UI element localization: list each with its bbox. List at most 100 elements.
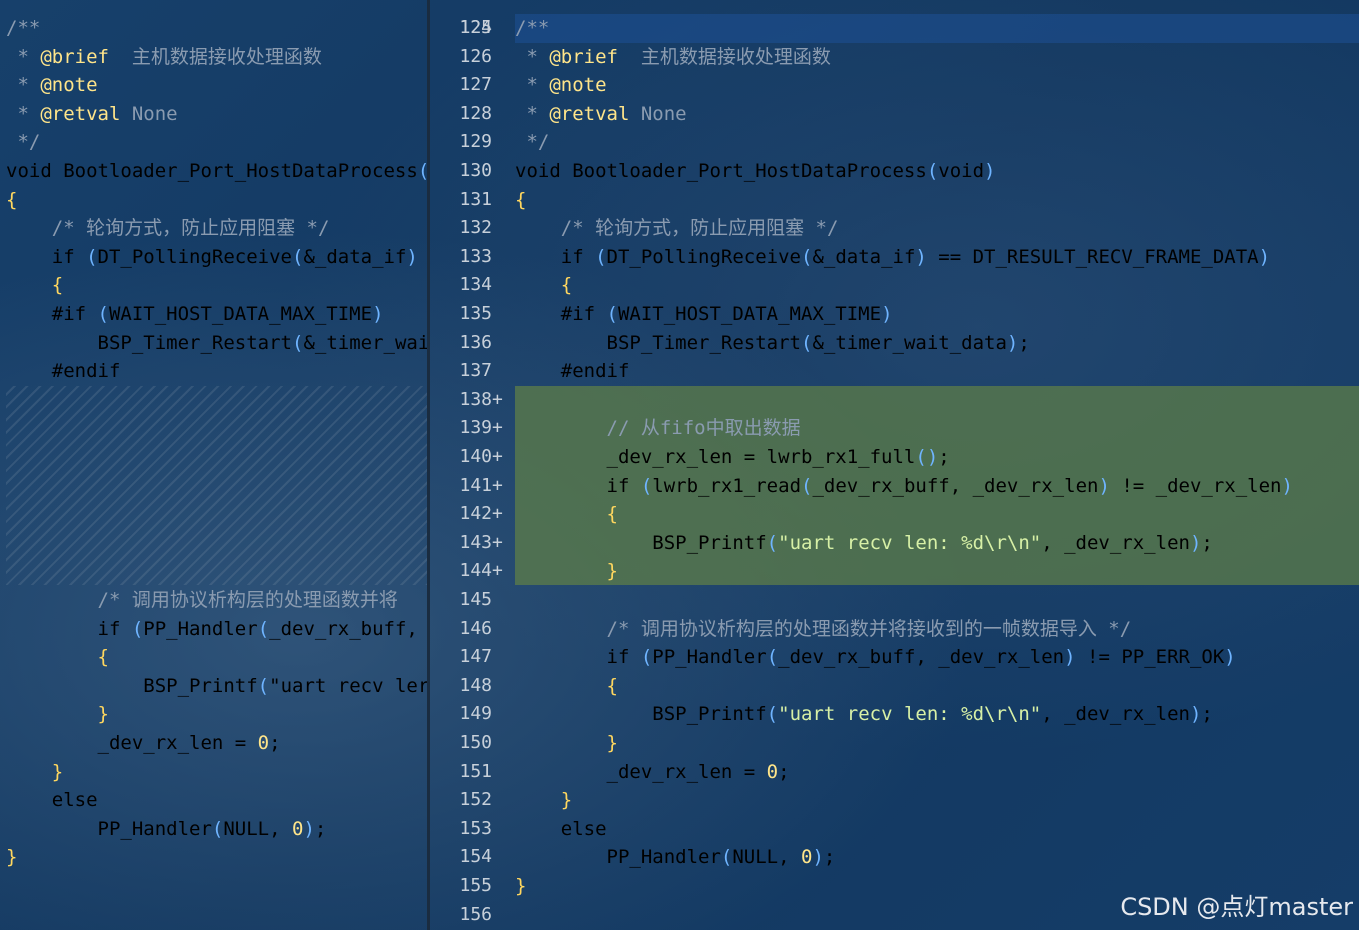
code-text: }: [97, 703, 109, 726]
line-number: 131: [459, 188, 492, 210]
code-text: #endif: [515, 360, 630, 383]
added-line-marker: +: [492, 560, 503, 582]
code-text: if (DT_PollingReceive(&_data_if) == DT_R…: [515, 245, 1271, 268]
code-line: 139 + // 从fifo中取出数据: [430, 414, 1359, 443]
diff-right-pane[interactable]: 124 125/** 126 * @brief 主机数据接收处理函数 127 * @…: [430, 0, 1359, 930]
line-number: 151: [459, 760, 492, 782]
code-line: if (PP_Handler(_dev_rx_buff,: [0, 615, 428, 644]
code-text: BSP_Timer_Restart(&_timer_wait_data);: [515, 331, 1030, 354]
code-line: 143 + BSP_Printf("uart recv len: %d\r\n",…: [430, 529, 1359, 558]
code-text: /* 调用协议析构层的处理函数并将接收到的一帧数据导入 */: [515, 617, 1132, 640]
line-number: 130: [459, 160, 492, 181]
code-text: _dev_rx_len = 0;: [515, 760, 790, 783]
line-number: 132: [459, 217, 492, 239]
code-line: * @retval None: [0, 100, 428, 129]
code-text: BSP_Timer_Restart(&_timer_wai: [6, 331, 429, 354]
diff-left-pane[interactable]: /** * @brief 主机数据接收处理函数 * @note * @retva…: [0, 0, 428, 930]
code-text: * @note: [6, 74, 98, 97]
code-text: BSP_Printf("uart recv len: %d\r\n", _dev…: [515, 703, 1213, 726]
code-text: else: [515, 817, 607, 840]
code-text: * @brief 主机数据接收处理函数: [515, 45, 831, 68]
code-text: }: [606, 732, 618, 754]
code-text: /* 轮询方式，防止应用阻塞 */: [515, 217, 839, 240]
code-line: 148 {: [430, 672, 1359, 701]
code-text: }: [515, 875, 527, 897]
code-text: }: [606, 560, 618, 583]
code-line: PP_Handler(NULL, 0);: [0, 815, 428, 844]
code-text: PP_Handler(NULL, 0);: [6, 817, 327, 840]
code-text: #endif: [6, 360, 121, 383]
code-text: {: [560, 274, 573, 297]
code-line: 131 {: [430, 186, 1359, 215]
code-line: 125 /**: [430, 14, 1359, 43]
code-text: /**: [6, 17, 41, 39]
line-number: 144: [459, 560, 492, 582]
code-text: PP_Handler(NULL, 0);: [515, 846, 836, 869]
code-text: {: [515, 188, 527, 211]
line-number: 133: [459, 245, 492, 267]
code-text: * @brief 主机数据接收处理函数: [6, 45, 322, 68]
code-line: 138 +: [430, 386, 1359, 415]
code-text: {: [606, 503, 618, 526]
line-number: 141: [459, 474, 492, 496]
added-line-marker: +: [492, 388, 503, 410]
code-line: 135 #if (WAIT_HOST_DATA_MAX_TIME): [430, 300, 1359, 329]
code-text: if (DT_PollingReceive(&_data_if): [6, 245, 418, 268]
code-text: BSP_Printf("uart recv ler: [6, 674, 428, 697]
code-line: _dev_rx_len = 0;: [0, 729, 428, 758]
line-number: 134: [459, 274, 492, 296]
line-124: 124: [430, 0, 1359, 38]
code-text: {: [51, 274, 64, 297]
code-line: 152 }: [430, 786, 1359, 815]
line-number: 149: [459, 703, 492, 725]
code-line: * @brief 主机数据接收处理函数: [0, 43, 428, 72]
code-line: 130 void Bootloader_Port_HostDataProcess(…: [430, 157, 1359, 186]
watermark-text: CSDN @点灯master: [1120, 893, 1353, 921]
added-line-marker: +: [492, 446, 503, 467]
code-text: _dev_rx_len = 0;: [6, 732, 281, 754]
line-number: 126: [459, 45, 492, 67]
code-line: void Bootloader_Port_HostDataProcess(: [0, 157, 428, 186]
code-line: }: [0, 758, 428, 787]
code-line: 141 + if (lwrb_rx1_read(_dev_rx_buff, _de…: [430, 472, 1359, 501]
line-number: 143: [459, 531, 492, 553]
code-line: BSP_Printf("uart recv ler: [0, 672, 428, 701]
code-text: void Bootloader_Port_HostDataProcess(voi…: [515, 160, 996, 182]
code-line: * @note: [0, 71, 428, 100]
code-text: /* 轮询方式，防止应用阻塞 */: [6, 217, 330, 240]
line-number: 127: [459, 74, 492, 96]
code-line: 147 if (PP_Handler(_dev_rx_buff, _dev_rx…: [430, 643, 1359, 672]
code-line: 137 #endif: [430, 357, 1359, 386]
code-text: {: [6, 188, 18, 211]
code-line: 146 /* 调用协议析构层的处理函数并将接收到的一帧数据导入 */: [430, 615, 1359, 644]
code-line: else: [0, 786, 428, 815]
code-text: }: [560, 789, 573, 812]
line-number: 128: [459, 102, 492, 124]
code-line: 136 BSP_Timer_Restart(&_timer_wait_data)…: [430, 329, 1359, 358]
added-line-marker: +: [492, 531, 503, 553]
code-text: /**: [515, 17, 550, 39]
code-text: else: [6, 789, 98, 812]
code-line: {: [0, 643, 428, 672]
line-number: 148: [459, 674, 492, 696]
line-number: 146: [459, 617, 492, 639]
code-text: {: [97, 646, 109, 669]
code-line: */: [0, 128, 428, 157]
code-text: if (PP_Handler(_dev_rx_buff,: [6, 617, 418, 640]
code-text: }: [6, 846, 18, 869]
code-line: #if (WAIT_HOST_DATA_MAX_TIME): [0, 300, 428, 329]
code-line: 133 if (DT_PollingReceive(&_data_if) == …: [430, 243, 1359, 272]
line-number: 135: [459, 303, 492, 324]
code-line: 145: [430, 586, 1359, 615]
code-line: 150 }: [430, 729, 1359, 758]
code-line: }: [0, 843, 428, 872]
line-number: 136: [459, 331, 492, 353]
code-text: * @retval None: [6, 102, 178, 125]
added-line-marker: +: [492, 474, 503, 496]
line-number: 150: [459, 732, 492, 753]
